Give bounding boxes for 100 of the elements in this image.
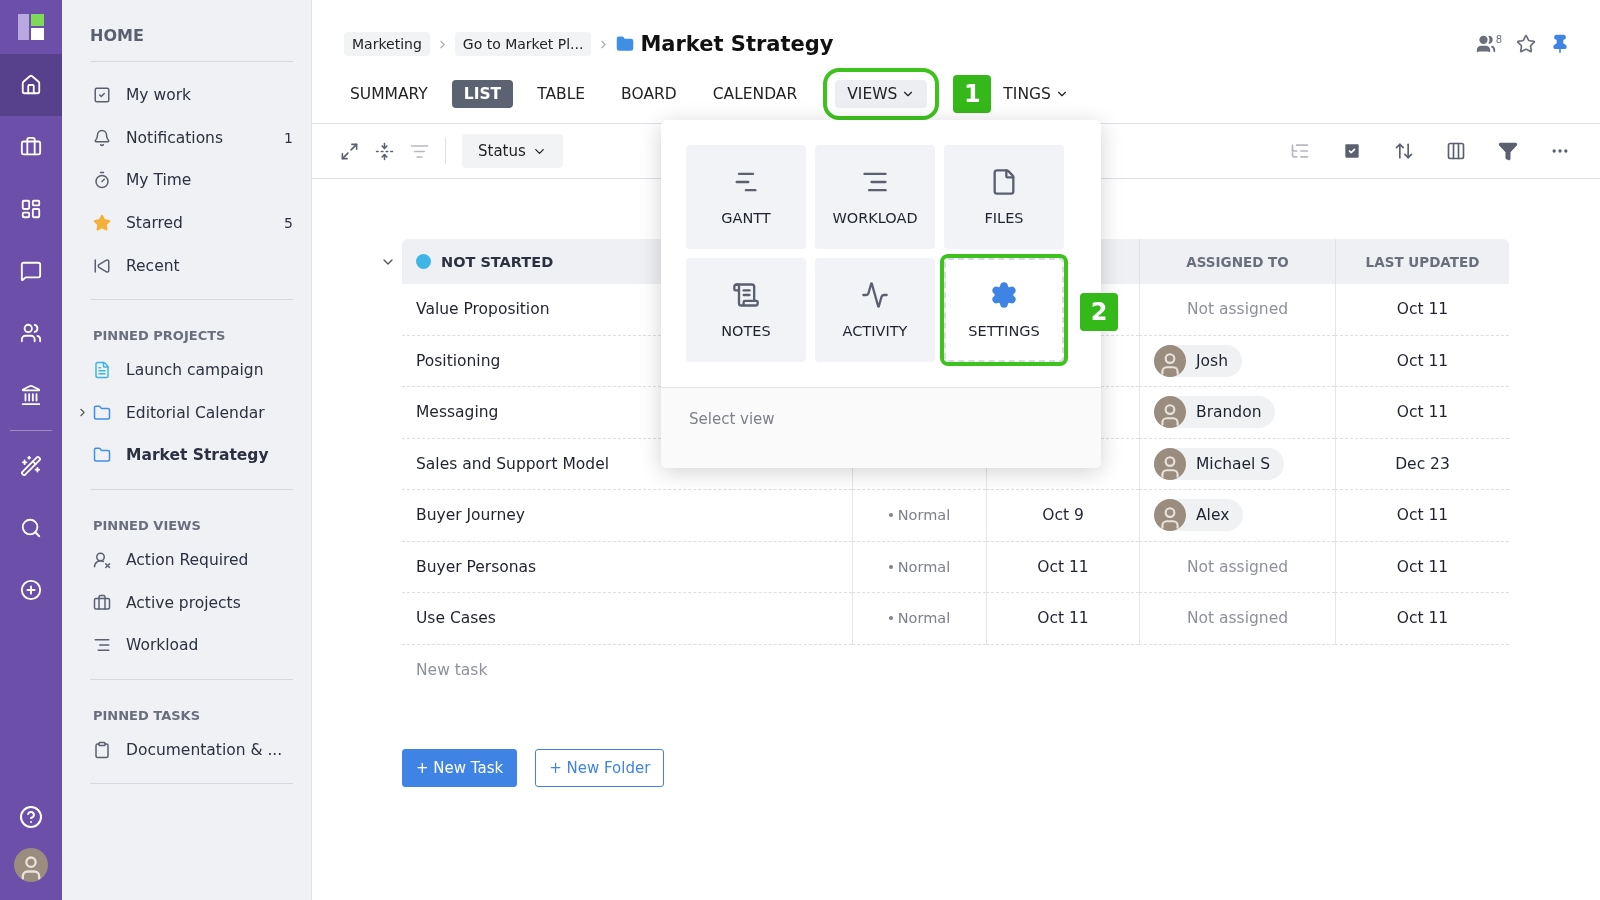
assignee-chip[interactable]: Alex <box>1154 499 1244 532</box>
users-icon[interactable] <box>1475 34 1496 54</box>
avatar <box>1154 499 1186 532</box>
importance-label: Normal <box>897 610 951 627</box>
tab[interactable]: TABLE <box>525 79 598 108</box>
folder-icon <box>93 403 111 422</box>
tab[interactable]: TINGS <box>991 79 1081 108</box>
sidebar-item[interactable]: Workload <box>126 636 199 655</box>
folder-icon <box>616 35 635 53</box>
sidebar-item[interactable]: Documentation & ... <box>126 740 283 759</box>
task-name[interactable]: Buyer Personas <box>416 557 537 576</box>
user-icon <box>93 551 111 570</box>
new-folder-button[interactable]: + New Folder <box>535 748 665 787</box>
tile-label: GANTT <box>721 210 771 226</box>
due-date: Oct 9 <box>1042 506 1084 525</box>
tab[interactable]: LIST <box>451 79 514 108</box>
section-title: PINNED TASKS <box>92 706 202 725</box>
task-name[interactable]: Value Proposition <box>416 300 550 319</box>
pin-icon[interactable] <box>1550 34 1570 54</box>
new-task-button[interactable]: + New Task <box>402 748 518 787</box>
due-date: Oct 11 <box>1037 557 1089 576</box>
checkbox-icon <box>93 86 111 105</box>
avatar <box>1154 447 1186 480</box>
task-name[interactable]: Sales and Support Model <box>416 454 609 473</box>
updated-date: Oct 11 <box>1396 609 1449 628</box>
assignee-chip[interactable]: Josh <box>1154 344 1242 377</box>
group-label: NOT STARTED <box>441 253 554 270</box>
task-name[interactable]: Positioning <box>416 351 501 370</box>
sidebar-item[interactable]: Action Required <box>126 551 249 570</box>
sort-icon[interactable] <box>1394 141 1414 161</box>
view-tile[interactable]: ACTIVITY <box>815 258 935 362</box>
tile-label: SETTINGS <box>968 323 1040 339</box>
bullet-icon <box>888 513 893 518</box>
folder-icon <box>93 446 111 465</box>
task-name[interactable]: Messaging <box>416 403 499 422</box>
view-tile[interactable]: GANTT <box>686 145 806 249</box>
avatar <box>1154 396 1186 429</box>
group-by-dropdown[interactable]: Status <box>462 134 563 168</box>
sidebar-item[interactable]: Editorial Calendar <box>126 403 265 422</box>
view-tile[interactable]: WORKLOAD <box>815 145 935 249</box>
due-date: Oct 11 <box>1037 609 1089 628</box>
home-icon[interactable] <box>0 54 62 116</box>
bell-icon <box>93 128 111 147</box>
tab[interactable]: VIEWS <box>835 79 928 108</box>
page-title: Market Strategy <box>640 32 834 56</box>
filter-icon[interactable] <box>1498 141 1518 161</box>
importance-label: Normal <box>897 558 951 575</box>
assignee-chip[interactable]: Michael S <box>1154 447 1285 480</box>
updated-date: Oct 11 <box>1396 506 1449 525</box>
collapse-icon[interactable] <box>375 141 394 161</box>
star-icon[interactable] <box>1516 34 1536 54</box>
view-tile[interactable]: FILES <box>944 145 1064 249</box>
avatar <box>1154 344 1186 377</box>
sidebar-item[interactable]: My Time <box>126 171 192 190</box>
step-badge: 1 <box>953 74 992 113</box>
tile-label: WORKLOAD <box>832 210 918 226</box>
view-tile[interactable]: NOTES <box>686 258 806 362</box>
expand-icon[interactable] <box>340 141 359 161</box>
count: 5 <box>284 215 293 232</box>
sidebar-item[interactable]: Launch campaign <box>126 361 264 380</box>
updated-date: Dec 23 <box>1395 454 1450 473</box>
task-name[interactable]: Use Cases <box>416 609 496 628</box>
avatar[interactable] <box>14 848 48 882</box>
task-name[interactable]: Buyer Journey <box>416 506 525 525</box>
breadcrumb[interactable]: Go to Market Pl... <box>454 32 592 56</box>
sidebar-item[interactable]: Recent <box>126 256 180 275</box>
updated-date: Oct 11 <box>1396 403 1449 422</box>
sidebar-item[interactable]: Market Strategy <box>126 446 269 465</box>
skip-back-icon <box>93 256 111 275</box>
section-title: PINNED VIEWS <box>92 516 202 535</box>
settings-icon <box>990 281 1018 309</box>
checkbox-icon[interactable] <box>1342 141 1362 161</box>
tab[interactable]: SUMMARY <box>338 79 440 108</box>
sidebar-item[interactable]: Active projects <box>126 593 241 612</box>
updated-date: Oct 11 <box>1396 557 1449 576</box>
tile-label: FILES <box>984 210 1024 226</box>
tab[interactable]: BOARD <box>609 79 689 108</box>
clipboard-icon <box>93 740 111 759</box>
briefcase-icon <box>93 593 111 612</box>
sidebar-item[interactable]: Starred <box>126 214 183 233</box>
sidebar-item[interactable]: My work <box>126 86 191 105</box>
tile-label: NOTES <box>721 323 771 339</box>
column-header: ASSIGNED TO <box>1139 239 1335 284</box>
breadcrumb[interactable]: Marketing <box>344 32 430 56</box>
columns-icon[interactable] <box>1446 141 1466 161</box>
sidebar-item[interactable]: Notifications <box>126 128 223 147</box>
timer-icon <box>93 171 111 190</box>
tile-label: ACTIVITY <box>842 323 908 339</box>
star-icon <box>93 214 111 233</box>
members-count: 8 <box>1495 34 1502 45</box>
assignee-chip[interactable]: Brandon <box>1154 396 1276 429</box>
importance-label: Normal <box>897 507 951 524</box>
section-title: PINNED PROJECTS <box>92 326 227 345</box>
updated-date: Oct 11 <box>1396 351 1449 370</box>
step-badge: 2 <box>1080 293 1118 331</box>
logo-icon[interactable] <box>18 14 44 40</box>
tab[interactable]: CALENDAR <box>700 79 810 108</box>
notes-icon <box>732 281 760 309</box>
bullet-icon <box>888 564 893 569</box>
sidebar-title: HOME <box>90 22 293 62</box>
